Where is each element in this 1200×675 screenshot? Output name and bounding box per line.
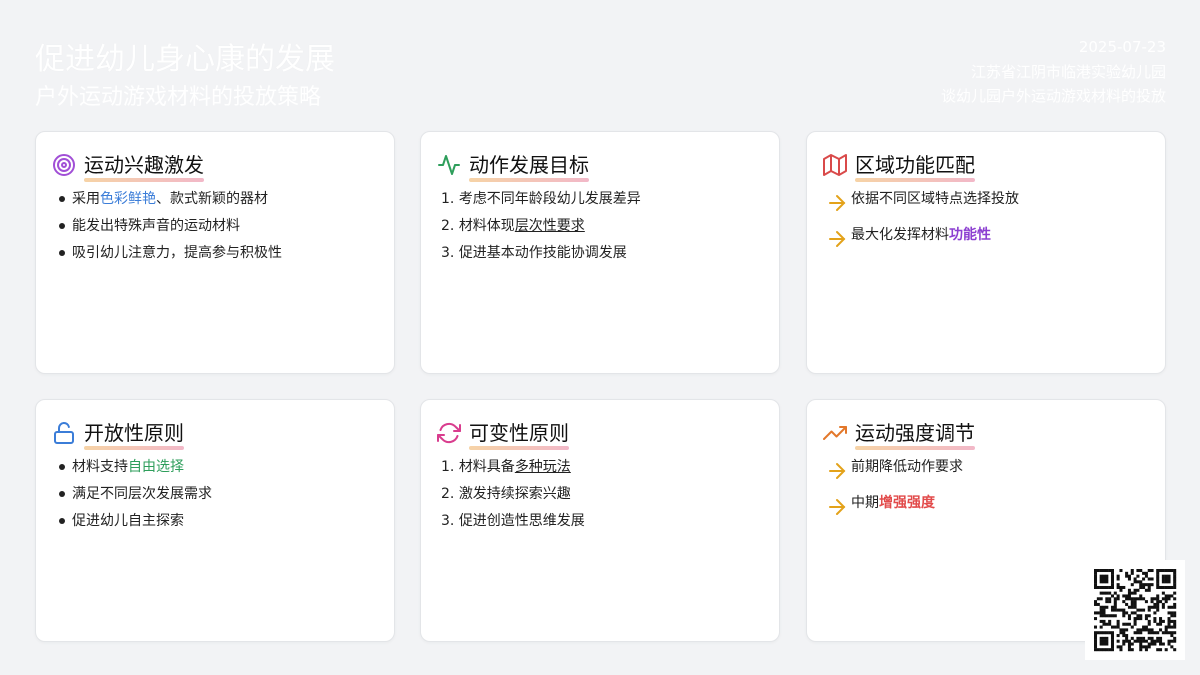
card-variability: 可变性原则 1. 材料具备多种玩法 2. 激发持续探索兴趣 3. 促进创造性思维… (420, 399, 780, 642)
slide-header: 促进幼儿身心康的发展 户外运动游戏材料的投放策略 2025-07-23 江苏省江… (0, 0, 1200, 120)
card-title: 动作发展目标 (469, 153, 589, 182)
header-meta: 2025-07-23 江苏省江阴市临港实验幼儿园 谈幼儿园户外运动游戏材料的投放 (941, 38, 1166, 108)
list-item: 3. 促进基本动作技能协调发展 (441, 245, 627, 261)
list-item: 采用色彩鲜艳、款式新颖的器材 (59, 189, 378, 216)
highlight-text: 层次性要求 (514, 218, 585, 234)
card-title: 区域功能匹配 (855, 153, 975, 182)
list-item: 能发出特殊声音的运动材料 (59, 216, 378, 243)
list-item: 1. 考虑不同年龄段幼儿发展差异 (441, 191, 641, 207)
page-subtitle: 户外运动游戏材料的投放策略 (35, 85, 322, 110)
highlight-text: 增强强度 (879, 495, 935, 511)
qr-code-image (1094, 569, 1177, 652)
trending-up-icon (823, 426, 847, 440)
organization-label: 江苏省江阴市临港实验幼儿园 (970, 63, 1166, 81)
highlight-text: 功能性 (949, 227, 991, 243)
list-item: 1. 材料具备多种玩法 (441, 459, 571, 475)
arrow-right-icon (829, 195, 846, 211)
topic-label: 谈幼儿园户外运动游戏材料的投放 (940, 87, 1166, 105)
date-label: 2025-07-23 (1078, 38, 1166, 56)
highlight-text: 自由选择 (128, 459, 184, 475)
arrow-right-icon (829, 463, 846, 479)
activity-icon (438, 155, 460, 175)
list-item: 2. 激发持续探索兴趣 (441, 486, 571, 502)
target-icon (53, 154, 75, 176)
qr-code (1085, 560, 1185, 660)
arrow-right-icon (829, 231, 846, 247)
card-interest: 运动兴趣激发 采用色彩鲜艳、款式新颖的器材 能发出特殊声音的运动材料 吸引幼儿注… (35, 131, 395, 374)
card-title: 运动兴趣激发 (84, 153, 204, 182)
list-item: 满足不同层次发展需求 (59, 484, 378, 511)
highlight-text: 多种玩法 (514, 459, 571, 475)
list-item: 前期降低动作要求 (823, 457, 1149, 493)
list-item: 材料支持自由选择 (59, 457, 378, 484)
unlock-icon (54, 422, 74, 444)
list-item: 中期增强强度 (823, 493, 1149, 529)
highlight-text: 色彩鲜艳 (100, 191, 156, 207)
page-title: 促进幼儿身心康的发展 (35, 42, 335, 77)
list-item: 3. 促进创造性思维发展 (441, 513, 585, 529)
card-title: 可变性原则 (469, 421, 569, 450)
card-zone-matching: 区域功能匹配 依据不同区域特点选择投放 最大化发挥材料功能性 (806, 131, 1166, 374)
card-motor-goals: 动作发展目标 1. 考虑不同年龄段幼儿发展差异 2. 材料体现层次性要求 3. … (420, 131, 780, 374)
card-title: 运动强度调节 (855, 421, 975, 450)
list-item: 吸引幼儿注意力，提高参与积极性 (59, 243, 378, 270)
refresh-icon (437, 422, 461, 444)
map-icon (823, 154, 847, 176)
list-item: 促进幼儿自主探索 (59, 511, 378, 538)
arrow-right-icon (829, 499, 846, 515)
list-item: 依据不同区域特点选择投放 (823, 189, 1149, 225)
list-item: 2. 材料体现层次性要求 (441, 218, 585, 234)
card-openness: 开放性原则 材料支持自由选择 满足不同层次发展需求 促进幼儿自主探索 (35, 399, 395, 642)
card-title: 开放性原则 (84, 421, 184, 450)
list-item: 最大化发挥材料功能性 (823, 225, 1149, 261)
